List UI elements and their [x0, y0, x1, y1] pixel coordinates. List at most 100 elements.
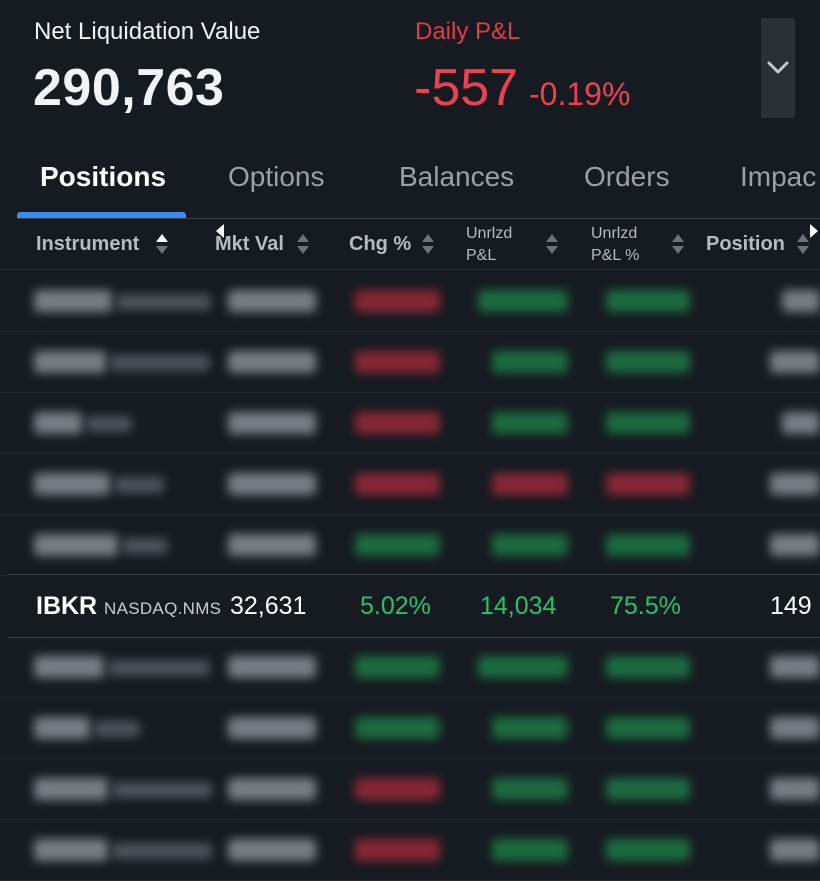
account-summary: Net Liquidation Value 290,763 Daily P&L … — [0, 0, 820, 140]
obscured-pnl — [492, 717, 568, 739]
obscured-symbol — [34, 351, 106, 373]
obscured-pnl-pct — [606, 412, 690, 434]
table-row-obscured[interactable] — [0, 697, 820, 759]
table-row-obscured[interactable] — [0, 453, 820, 515]
obscured-chg — [355, 717, 440, 739]
table-row-obscured[interactable] — [0, 331, 820, 393]
obscured-exchange — [112, 843, 212, 859]
obscured-chg — [355, 473, 440, 495]
obscured-mkt-val — [228, 412, 316, 434]
table-row-obscured[interactable] — [0, 514, 820, 576]
portfolio-tabs: Positions Options Balances Orders Impac — [0, 145, 820, 219]
positions-table-header: Instrument Mkt Val Chg % Unrlzd P&L Unrl… — [0, 219, 820, 270]
obscured-symbol — [34, 412, 82, 434]
table-row-ibkr[interactable]: IBKR NASDAQ.NMS 32,631 5.02% 14,034 75.5… — [8, 574, 820, 638]
obscured-pnl — [492, 778, 568, 800]
obscured-exchange — [108, 660, 210, 676]
obscured-chg — [355, 656, 440, 678]
col-mkt-val[interactable]: Mkt Val — [215, 233, 284, 256]
obscured-exchange — [114, 477, 164, 493]
obscured-position — [770, 473, 820, 495]
obscured-position — [770, 717, 820, 739]
obscured-position — [770, 656, 820, 678]
obscured-pnl — [478, 656, 568, 678]
table-row-obscured[interactable] — [0, 270, 820, 332]
obscured-chg — [355, 778, 440, 800]
obscured-position — [770, 351, 820, 373]
row-mkt-val: 32,631 — [230, 592, 307, 620]
obscured-pnl-pct — [606, 473, 690, 495]
obscured-symbol — [34, 656, 104, 678]
obscured-pnl — [492, 534, 568, 556]
col-unrlzd-pnl-pct-line2: P&L % — [591, 247, 640, 264]
obscured-mkt-val — [228, 778, 316, 800]
row-unrlzd-pnl: 14,034 — [480, 592, 557, 620]
table-row-obscured[interactable] — [0, 392, 820, 454]
col-chg-pct[interactable]: Chg % — [349, 233, 411, 256]
obscured-pnl-pct — [606, 778, 690, 800]
col-position[interactable]: Position — [706, 233, 785, 256]
obscured-position — [770, 839, 820, 861]
sort-asc-icon[interactable] — [155, 232, 169, 256]
obscured-position — [770, 778, 820, 800]
sort-updown-icon[interactable] — [421, 232, 435, 256]
row-symbol: IBKR — [36, 592, 98, 620]
table-row-obscured[interactable] — [0, 819, 820, 881]
obscured-pnl — [492, 839, 568, 861]
col-unrlzd-pnl-line1: Unrlzd — [466, 225, 513, 242]
sort-updown-icon[interactable] — [296, 232, 310, 256]
obscured-exchange — [110, 355, 210, 371]
obscured-chg — [355, 290, 440, 312]
obscured-exchange — [116, 294, 211, 310]
obscured-exchange — [122, 538, 168, 554]
obscured-pnl-pct — [606, 290, 690, 312]
table-row-obscured[interactable] — [0, 636, 820, 698]
obscured-pnl — [492, 351, 568, 373]
obscured-position — [782, 290, 820, 312]
sort-updown-icon[interactable] — [545, 232, 559, 256]
tab-orders[interactable]: Orders — [584, 161, 670, 193]
obscured-pnl-pct — [606, 656, 690, 678]
obscured-pnl-pct — [606, 839, 690, 861]
expand-summary-button[interactable] — [761, 18, 795, 118]
obscured-symbol — [34, 290, 112, 312]
obscured-symbol — [34, 473, 110, 495]
obscured-mkt-val — [228, 839, 316, 861]
tab-impact[interactable]: Impac — [740, 161, 816, 193]
obscured-pnl-pct — [606, 351, 690, 373]
col-instrument[interactable]: Instrument — [36, 233, 139, 256]
tab-options[interactable]: Options — [228, 161, 325, 193]
caret-right-icon[interactable] — [808, 223, 820, 239]
obscured-mkt-val — [228, 717, 316, 739]
row-exchange: NASDAQ.NMS — [104, 599, 222, 618]
obscured-pnl-pct — [606, 717, 690, 739]
col-unrlzd-pnl-line2: P&L — [466, 247, 497, 264]
daily-pnl-label: Daily P&L — [415, 18, 521, 45]
obscured-mkt-val — [228, 473, 316, 495]
net-liquidation-label: Net Liquidation Value — [34, 18, 261, 45]
daily-pnl-value: -557 — [414, 59, 519, 117]
net-liquidation-value: 290,763 — [33, 59, 225, 117]
obscured-mkt-val — [228, 351, 316, 373]
obscured-exchange — [94, 721, 140, 737]
obscured-pnl — [492, 473, 568, 495]
col-unrlzd-pnl-pct-line1: Unrlzd — [591, 225, 638, 242]
row-unrlzd-pnl-pct: 75.5% — [610, 592, 681, 620]
obscured-symbol — [34, 778, 108, 800]
row-position: 149 — [770, 592, 812, 620]
obscured-exchange — [86, 416, 132, 432]
obscured-chg — [355, 412, 440, 434]
tab-balances[interactable]: Balances — [399, 161, 514, 193]
obscured-symbol — [34, 534, 118, 556]
col-unrlzd-pnl[interactable]: Unrlzd P&L — [466, 223, 512, 267]
obscured-chg — [355, 839, 440, 861]
tab-positions[interactable]: Positions — [40, 161, 166, 193]
chevron-down-icon — [767, 61, 789, 74]
obscured-position — [770, 534, 820, 556]
obscured-pnl — [492, 412, 568, 434]
col-unrlzd-pnl-pct[interactable]: Unrlzd P&L % — [591, 223, 639, 267]
sort-updown-icon[interactable] — [671, 232, 685, 256]
table-row-obscured[interactable] — [0, 758, 820, 820]
obscured-pnl — [478, 290, 568, 312]
obscured-mkt-val — [228, 534, 316, 556]
